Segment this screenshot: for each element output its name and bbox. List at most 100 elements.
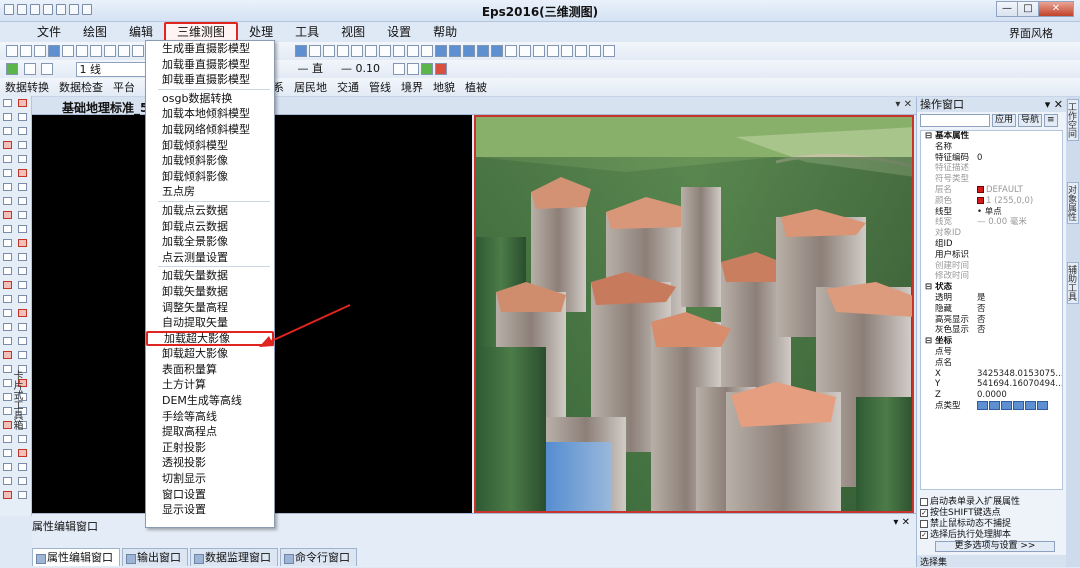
option-checkbox-row[interactable]: 启动表单录入扩展属性 <box>920 497 1020 508</box>
toolbar-icon-15[interactable] <box>365 45 377 57</box>
left-tool-icon-53[interactable] <box>18 463 27 471</box>
property-value[interactable] <box>977 142 1062 153</box>
dropdown-item[interactable]: 五点房 <box>146 184 274 200</box>
property-value[interactable] <box>977 228 1062 239</box>
property-row[interactable]: Z 0.0000 <box>921 390 1062 401</box>
property-row[interactable]: 点号 <box>921 347 1062 358</box>
dropdown-item[interactable]: 卸载点云数据 <box>146 219 274 235</box>
left-tool-icon-33[interactable] <box>18 323 27 331</box>
list-icon[interactable]: ≡ <box>1044 114 1058 127</box>
category-item-5[interactable]: 交通 <box>332 78 364 98</box>
toolbar-icon-18[interactable] <box>407 45 419 57</box>
toolbar-icon-16[interactable] <box>379 45 391 57</box>
toolbar-icon-20[interactable] <box>435 45 447 57</box>
close-button[interactable]: ✕ <box>1038 1 1074 17</box>
menu-item-5[interactable]: 工具 <box>284 22 330 42</box>
left-tool-icon-14[interactable] <box>3 197 12 205</box>
menu-item-4[interactable]: 处理 <box>238 22 284 42</box>
point-type-icon-4[interactable] <box>1025 400 1036 410</box>
toolbar-icon-14[interactable] <box>351 45 363 57</box>
layer-combo[interactable]: 1 线 <box>75 62 156 77</box>
toolbar-icon-2[interactable] <box>34 45 46 57</box>
document-tab-label[interactable]: 基础地理标准_5 <box>62 99 148 116</box>
toolbar-icon-10[interactable] <box>295 45 307 57</box>
left-tool-icon-57[interactable] <box>18 491 27 499</box>
left-tool-icon-10[interactable] <box>3 169 12 177</box>
toolbar-icon-26[interactable] <box>519 45 531 57</box>
checkbox[interactable]: ✓ <box>920 508 928 517</box>
toolbar-icon-19[interactable] <box>421 45 433 57</box>
point-type-icon-2[interactable] <box>1001 400 1012 410</box>
property-value[interactable] <box>977 239 1062 250</box>
property-row[interactable]: 层名 DEFAULT <box>921 185 1062 196</box>
left-tool-icon-9[interactable] <box>18 155 27 163</box>
property-row[interactable]: 高亮显示否 <box>921 315 1062 326</box>
property-row[interactable]: 灰色显示否 <box>921 325 1062 336</box>
bottom-tab-3[interactable]: 命令行窗口 <box>280 548 357 566</box>
left-tool-icon-11[interactable] <box>18 169 27 177</box>
property-value[interactable]: 0.0000 <box>977 390 1062 401</box>
property-value[interactable] <box>977 250 1062 261</box>
toolbar-icon-23[interactable] <box>477 45 489 57</box>
property-row[interactable]: 线宽 — 0.00 毫米 <box>921 217 1062 228</box>
settings-icon[interactable] <box>23 63 36 75</box>
left-tool-icon-50[interactable] <box>3 449 12 457</box>
layer-icon[interactable] <box>6 63 18 75</box>
toolbar-icon-8[interactable] <box>118 45 130 57</box>
property-value[interactable] <box>977 163 1062 174</box>
panel-pin-icon[interactable]: ▾ ✕ <box>1045 97 1066 112</box>
left-tool-icon-4[interactable] <box>3 127 12 135</box>
dropdown-item[interactable]: 加载本地倾斜模型 <box>146 106 274 122</box>
category-item-8[interactable]: 地貌 <box>428 78 460 98</box>
property-value[interactable]: 3425348.0153075... <box>977 369 1062 380</box>
category-item-7[interactable]: 境界 <box>396 78 428 98</box>
property-value[interactable]: 541694.16070494... <box>977 379 1062 390</box>
toolbar-icon-7[interactable] <box>104 45 116 57</box>
menu-item-7[interactable]: 设置 <box>376 22 422 42</box>
left-tool-icon-52[interactable] <box>3 463 12 471</box>
dropdown-item[interactable]: 加载垂直摄影模型 <box>146 57 274 73</box>
property-value[interactable] <box>977 358 1062 369</box>
toolbar-icon-13[interactable] <box>337 45 349 57</box>
category-item-4[interactable]: 居民地 <box>289 78 332 98</box>
toolbar-icon-28[interactable] <box>547 45 559 57</box>
bottom-panel-controls[interactable]: ▾ ✕ <box>893 517 910 528</box>
property-value[interactable]: 否 <box>977 315 1062 326</box>
property-row[interactable]: X 3425348.0153075... <box>921 369 1062 380</box>
toolbar-icon-31[interactable] <box>589 45 601 57</box>
line-width-combo[interactable]: — 0.10 <box>338 62 388 77</box>
toolbar-icon-1[interactable] <box>20 45 32 57</box>
dropdown-item[interactable]: 土方计算 <box>146 377 274 393</box>
option-checkbox-row[interactable]: ✓ 按住SHIFT键选点 <box>920 508 1020 519</box>
left-tool-icon-1[interactable] <box>18 99 27 107</box>
straight-combo[interactable]: — 直 <box>295 62 335 77</box>
property-value[interactable]: 否 <box>977 325 1062 336</box>
checkbox[interactable] <box>920 497 928 506</box>
toolbar-icon-32[interactable] <box>603 45 615 57</box>
option-checkbox-row[interactable]: 禁止鼠标动态不捕捉 <box>920 519 1020 530</box>
left-tool-icon-54[interactable] <box>3 477 12 485</box>
dropdown-item[interactable]: 卸载倾斜模型 <box>146 138 274 154</box>
dropdown-item[interactable]: 加载全景影像 <box>146 234 274 250</box>
menu-item-0[interactable]: 文件 <box>26 22 72 42</box>
property-row[interactable]: 颜色 1 (255,0,0) <box>921 196 1062 207</box>
tool-icon-c[interactable] <box>420 63 433 75</box>
bottom-tab-2[interactable]: 数据监理窗口 <box>190 548 278 566</box>
left-tool-icon-15[interactable] <box>18 197 27 205</box>
left-tool-icon-0[interactable] <box>3 99 12 107</box>
property-row[interactable]: 修改时间 <box>921 271 1062 282</box>
selection-set-tab[interactable]: 选择集 <box>917 555 1066 568</box>
toolbar-icon-25[interactable] <box>505 45 517 57</box>
toolbar-icon-4[interactable] <box>62 45 74 57</box>
object-select[interactable] <box>920 114 990 127</box>
option-checkbox-row[interactable]: ✓ 选择后执行处理脚本 <box>920 530 1020 541</box>
point-type-icon-0[interactable] <box>977 400 988 410</box>
dropdown-item[interactable]: 卸载垂直摄影模型 <box>146 72 274 88</box>
menu-item-3[interactable]: 三维测图 <box>164 22 239 42</box>
property-row[interactable]: 特征描述 <box>921 163 1062 174</box>
left-tool-icon-29[interactable] <box>18 295 27 303</box>
tool-icon-b[interactable] <box>406 63 419 75</box>
dropdown-item[interactable]: 加载点云数据 <box>146 203 274 219</box>
toolbar-icon-30[interactable] <box>575 45 587 57</box>
left-tool-icon-21[interactable] <box>18 239 27 247</box>
